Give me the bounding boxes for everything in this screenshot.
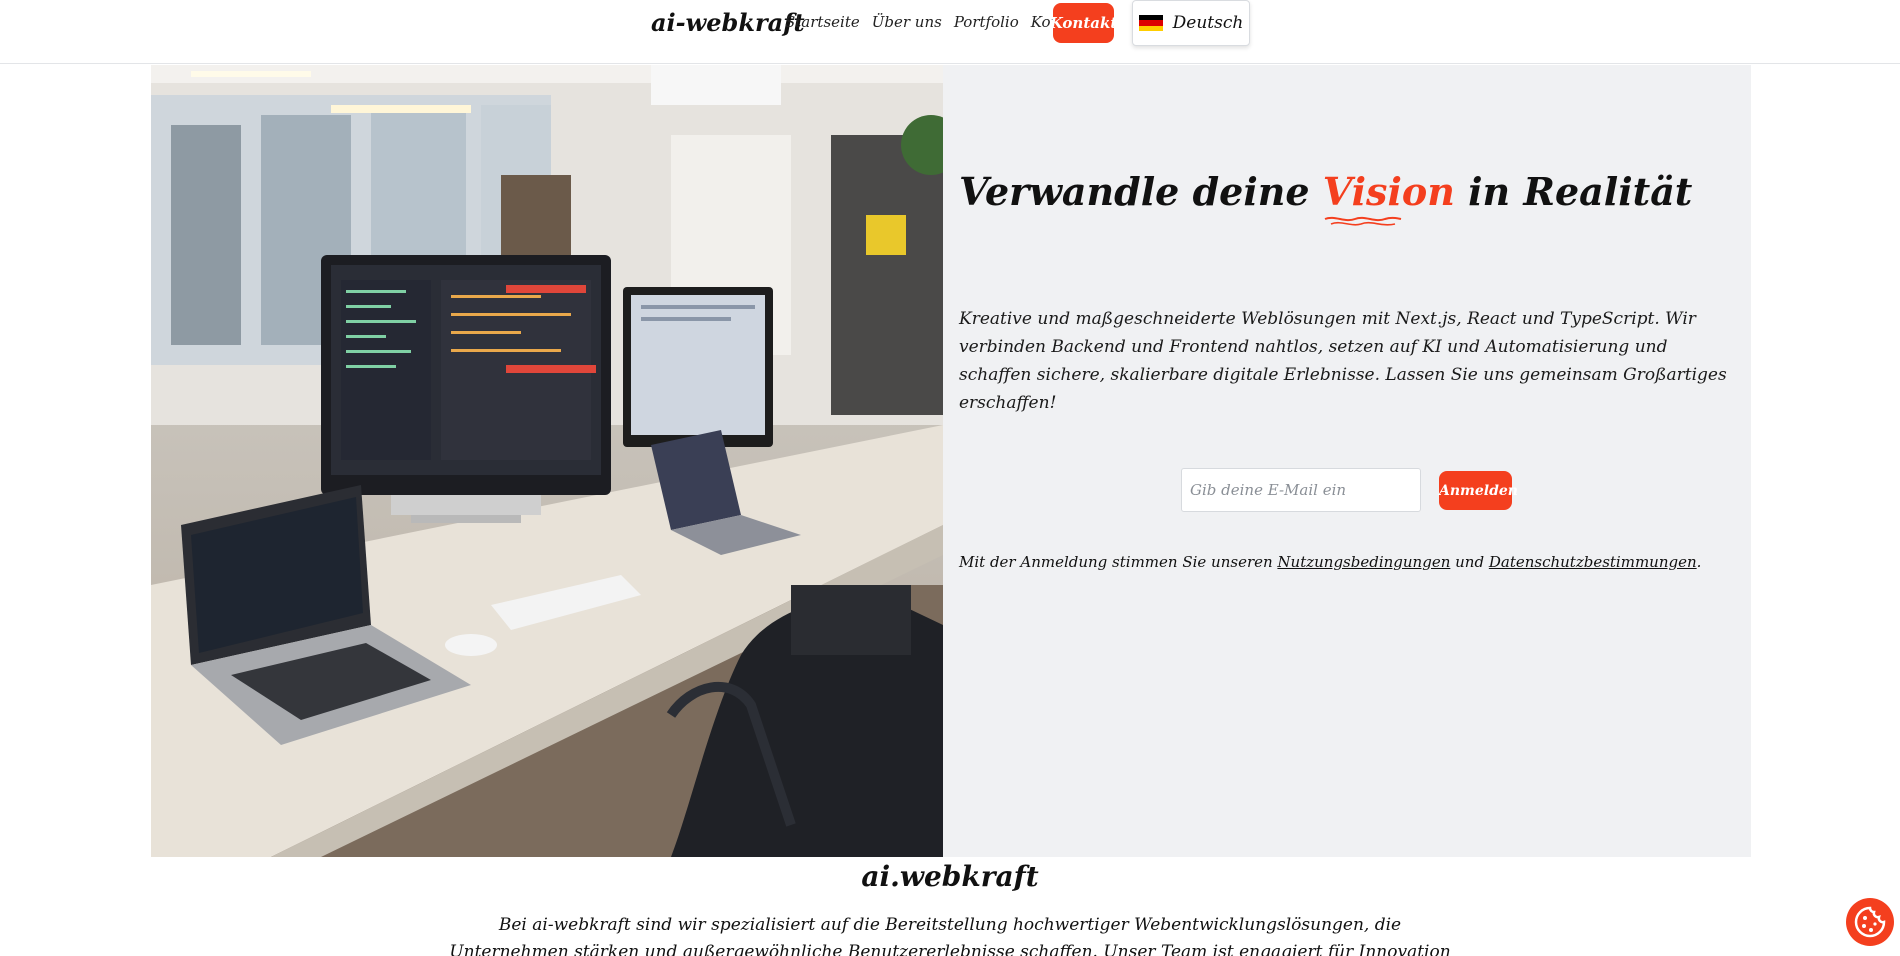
anmelden-button[interactable]: Anmelden bbox=[1439, 471, 1518, 510]
nav-ueber-uns[interactable]: Über uns bbox=[872, 13, 942, 31]
hero-headline: Verwandle deine Vision in Realität bbox=[959, 169, 1693, 226]
office-workspace-photo bbox=[151, 65, 943, 857]
site-header: ai-webkraft Startseite Über uns Portfoli… bbox=[0, 0, 1900, 64]
hero-content: Verwandle deine Vision in Realität Kreat… bbox=[943, 65, 1751, 857]
nav-startseite[interactable]: Startseite bbox=[785, 13, 860, 31]
main-nav: Startseite Über uns Portfolio Kontakt bbox=[785, 13, 1090, 31]
cookie-settings-button[interactable] bbox=[1846, 898, 1894, 946]
consent-prefix: Mit der Anmeldung stimmen Sie unseren bbox=[959, 553, 1278, 571]
consent-middle: und bbox=[1450, 553, 1489, 571]
hero-section: Verwandle deine Vision in Realität Kreat… bbox=[151, 65, 1751, 857]
language-selector[interactable]: Deutsch bbox=[1132, 0, 1250, 46]
headline-accent-text: Vision bbox=[1322, 169, 1455, 214]
nav-portfolio[interactable]: Portfolio bbox=[954, 13, 1019, 31]
hero-description: Kreative und maßgeschneiderte Weblösunge… bbox=[959, 309, 1727, 413]
about-title: ai.webkraft bbox=[861, 860, 1039, 893]
squiggle-underline-icon bbox=[1324, 216, 1402, 226]
kontakt-button[interactable]: Kontakt bbox=[1050, 3, 1117, 43]
terms-link[interactable]: Nutzungsbedingungen bbox=[1277, 553, 1450, 571]
email-input[interactable] bbox=[1181, 468, 1421, 512]
language-label: Deutsch bbox=[1172, 13, 1244, 33]
headline-part-2: in Realität bbox=[1468, 169, 1693, 214]
consent-suffix: . bbox=[1696, 553, 1702, 571]
headline-accent: Vision bbox=[1322, 169, 1455, 226]
headline-part-1: Verwandle deine bbox=[959, 169, 1323, 214]
cookie-icon bbox=[1854, 906, 1886, 938]
brand-logo[interactable]: ai-webkraft bbox=[651, 8, 805, 37]
privacy-link[interactable]: Datenschutzbestimmungen bbox=[1489, 553, 1697, 571]
about-text: Bei ai-webkraft sind wir spezialisiert a… bbox=[449, 915, 1451, 956]
consent-text: Mit der Anmeldung stimmen Sie unseren Nu… bbox=[959, 553, 1701, 571]
germany-flag-icon bbox=[1138, 15, 1163, 31]
